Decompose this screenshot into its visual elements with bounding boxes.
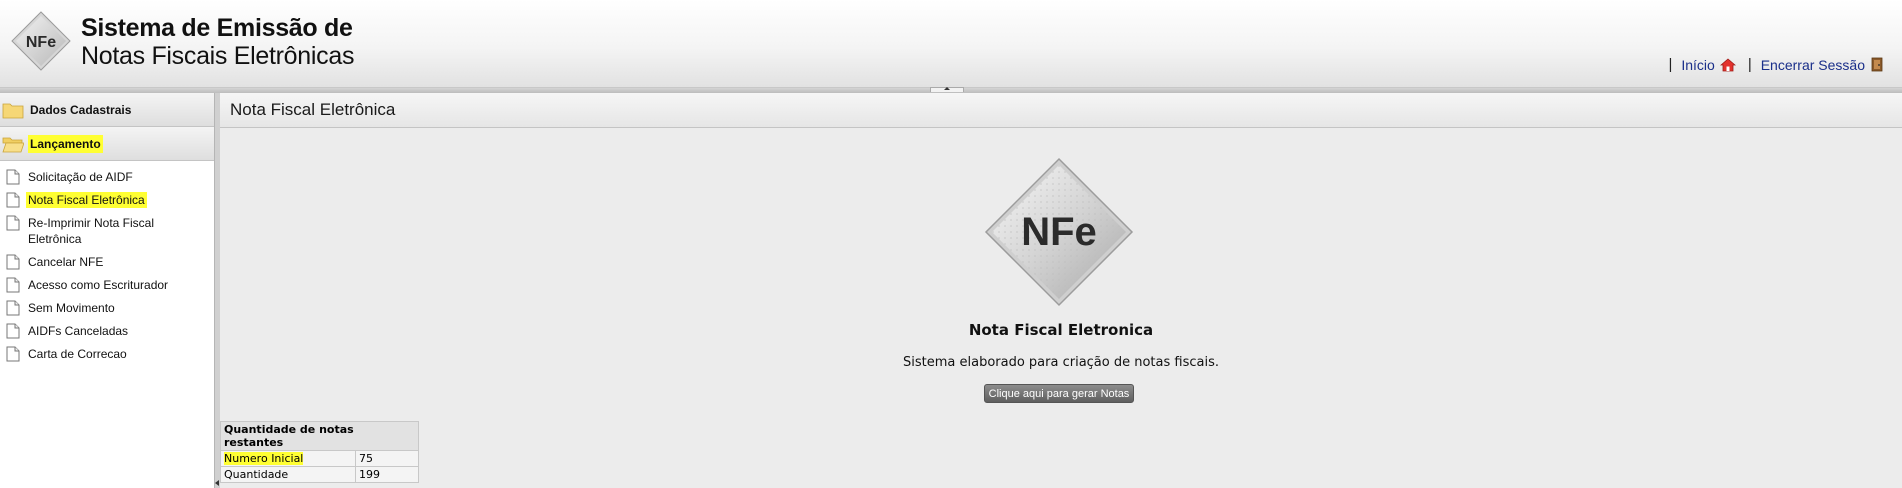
sidebar-item-acesso-escriturador[interactable]: Acesso como Escriturador (0, 277, 214, 293)
sidebar-item-label: AIDFs Canceladas (28, 324, 129, 338)
document-icon (6, 323, 20, 339)
sidebar-item-label: Re-Imprimir Nota Fiscal Eletrônica (28, 216, 155, 246)
document-icon (6, 192, 20, 208)
sidebar: Dados Cadastrais Lançamento Solicitação … (0, 93, 215, 488)
folder-lancamento[interactable]: Lançamento (0, 127, 214, 161)
home-link[interactable]: Início (1681, 56, 1736, 73)
generate-notes-button[interactable]: Clique aqui para gerar Notas (984, 384, 1134, 403)
document-icon (6, 215, 20, 231)
folder-open-icon (2, 137, 24, 152)
document-icon (6, 300, 20, 316)
welcome-subtitle: Sistema elaborado para criação de notas … (903, 355, 1219, 370)
page-title-bar: Nota Fiscal Eletrônica (220, 93, 1902, 128)
exit-door-icon (1871, 57, 1883, 72)
document-icon (6, 169, 20, 185)
sidebar-item-solicitacao-aidf[interactable]: Solicitação de AIDF (0, 169, 214, 185)
folder-icon (2, 103, 24, 118)
sidebar-item-label: Nota Fiscal Eletrônica (26, 192, 147, 208)
collapse-header-handle[interactable] (930, 87, 964, 92)
row-label: Numero Inicial (220, 450, 356, 467)
sidebar-item-label: Carta de Correcao (28, 347, 127, 361)
sidebar-item-cancelar-nfe[interactable]: Cancelar NFE (0, 254, 214, 270)
sidebar-item-aidfs-canceladas[interactable]: AIDFs Canceladas (0, 323, 214, 339)
page-title: Nota Fiscal Eletrônica (230, 100, 396, 119)
home-link-label: Início (1681, 56, 1715, 73)
sidebar-item-label: Sem Movimento (28, 301, 115, 315)
row-value: 75 (355, 450, 419, 467)
folder-label: Dados Cadastrais (30, 102, 132, 117)
sidebar-item-label: Solicitação de AIDF (28, 170, 133, 184)
sidebar-menu: Solicitação de AIDF Nota Fiscal Eletrôni… (0, 161, 214, 362)
app-title: Sistema de Emissão de Notas Fiscais Elet… (81, 14, 354, 70)
top-navigation: | Início | Encerrar Sessão (1668, 56, 1884, 73)
nfe-logo: NFe (11, 11, 71, 71)
sidebar-item-label: Cancelar NFE (28, 255, 104, 269)
app-title-line1: Sistema de Emissão de (81, 14, 353, 42)
sidebar-item-carta-correcao[interactable]: Carta de Correcao (0, 346, 214, 362)
document-icon (6, 254, 20, 270)
sidebar-item-label: Acesso como Escriturador (28, 278, 169, 292)
sidebar-item-reimprimir[interactable]: Re-Imprimir Nota Fiscal Eletrônica (0, 215, 214, 247)
collapse-sidebar-arrow-icon[interactable] (215, 480, 219, 486)
logout-link-label: Encerrar Sessão (1760, 56, 1865, 73)
document-icon (6, 346, 20, 362)
table-header: Quantidade de notas restantes (220, 421, 419, 451)
app-title-line2: Notas Fiscais Eletrônicas (81, 42, 355, 70)
sidebar-item-nota-fiscal-eletronica[interactable]: Nota Fiscal Eletrônica (0, 192, 214, 208)
document-icon (6, 277, 20, 293)
remaining-notes-table: Quantidade de notas restantes Numero Ini… (220, 421, 419, 483)
main-panel: Nota Fiscal Eletrônica NFe Nota Fiscal E… (220, 93, 1902, 488)
folder-dados-cadastrais[interactable]: Dados Cadastrais (0, 93, 214, 127)
home-icon (1719, 57, 1736, 71)
logout-link[interactable]: Encerrar Sessão (1761, 57, 1884, 73)
table-row: Quantidade 199 (220, 466, 419, 483)
logo-text: NFe (26, 34, 56, 51)
folder-label: Lançamento (28, 134, 103, 153)
nfe-large-logo: NFe (984, 157, 1134, 307)
row-value: 199 (355, 466, 419, 483)
large-logo-text: NFe (1021, 210, 1097, 254)
row-label: Quantidade (220, 466, 356, 483)
welcome-heading: Nota Fiscal Eletronica (968, 321, 1154, 339)
table-row: Numero Inicial 75 (220, 450, 419, 467)
sidebar-item-sem-movimento[interactable]: Sem Movimento (0, 300, 214, 316)
app-header: NFe Sistema de Emissão de Notas Fiscais … (0, 0, 1902, 88)
